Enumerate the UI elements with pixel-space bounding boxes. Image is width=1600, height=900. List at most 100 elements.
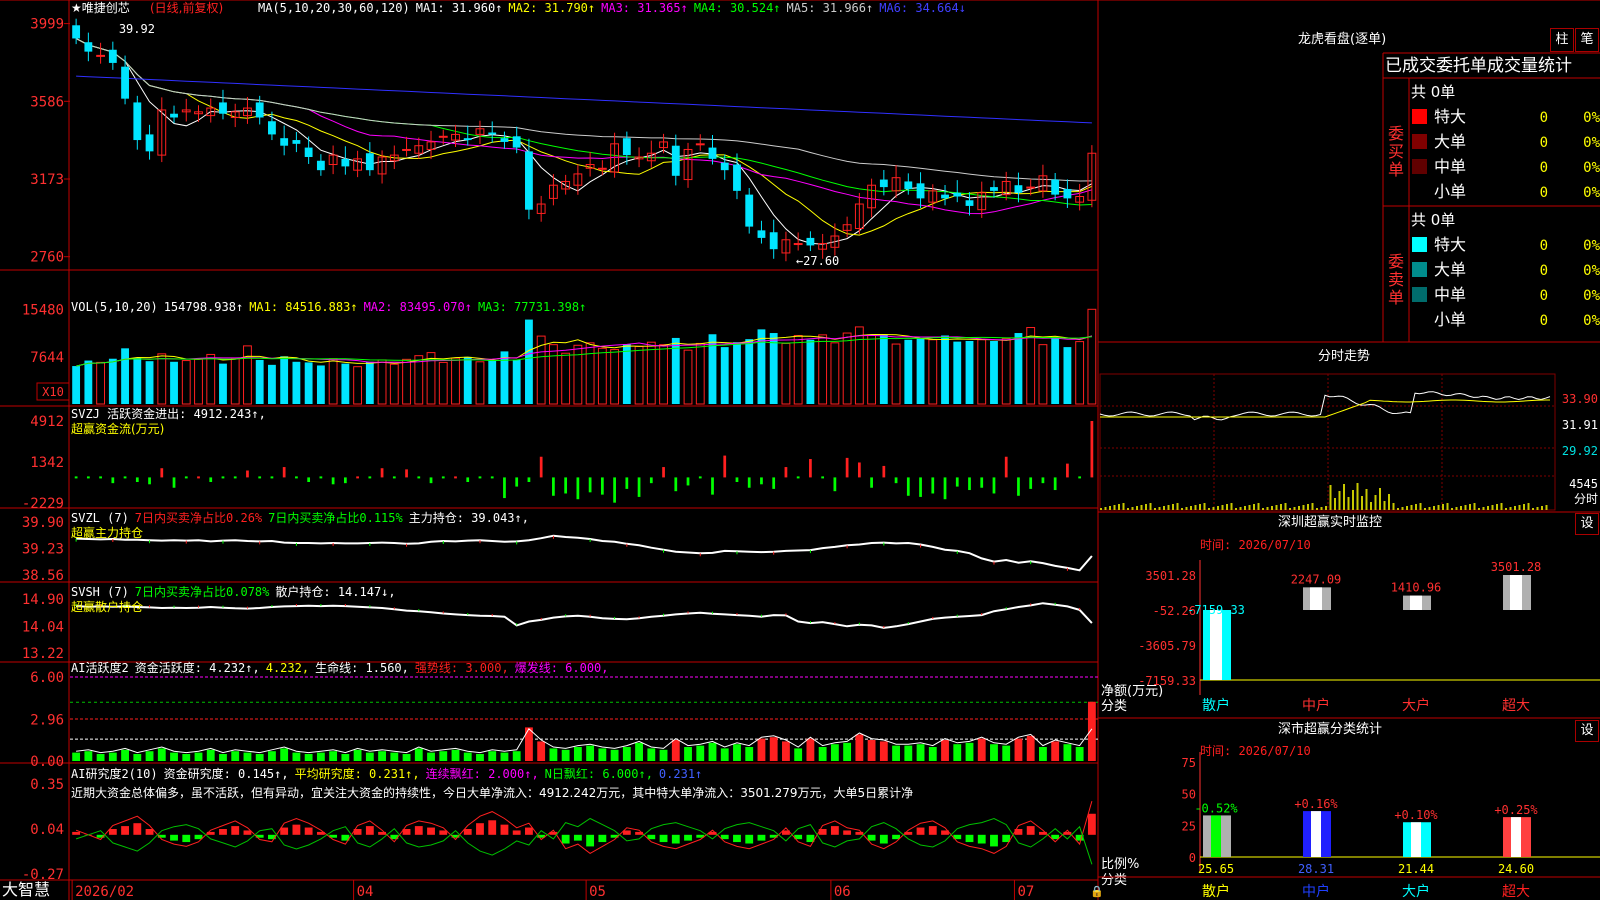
volume-bar	[525, 319, 533, 404]
volume-bar	[990, 340, 998, 404]
svzj-bar	[160, 468, 164, 478]
ai2-bar	[525, 827, 533, 835]
volume-bar	[1063, 347, 1072, 404]
stats-settings-button[interactable]: 设	[1575, 720, 1599, 742]
svzj-bar	[576, 477, 580, 500]
svzj-bar	[1053, 477, 1057, 491]
ai1-bar	[843, 742, 852, 761]
ai1-bar	[635, 742, 643, 761]
monitor-settings-button[interactable]: 设	[1575, 513, 1599, 535]
svsh-legend-item: 7日内买卖净占比0.078%	[135, 584, 270, 599]
svzl-line	[76, 534, 1093, 572]
monitor-category: 超大	[1502, 698, 1530, 714]
ma-legend-item: MA6: 34.664↓	[879, 1, 966, 15]
dragon-sell-row-percent: 0%	[1583, 263, 1600, 279]
ai1-bar	[365, 752, 374, 761]
dragon-buy-row-name: 特大	[1434, 107, 1466, 126]
volume-bar	[854, 326, 864, 405]
ai1-bar	[622, 747, 631, 761]
svzj-bar	[649, 477, 653, 484]
chart-canvas[interactable]: 3999 3586 3173 2760 39.92 ←27.60 MA(5,10,20,30…	[0, 0, 1600, 900]
ai2-bar	[622, 830, 631, 835]
vol-ytick: 15480	[22, 302, 64, 318]
candle-body	[525, 151, 533, 210]
candle-body	[304, 147, 313, 157]
volume-bar	[622, 344, 631, 404]
ai1-bar	[830, 744, 839, 761]
ai2-bar	[414, 826, 423, 835]
svzj-subtitle: 超赢资金流(万元)	[71, 421, 164, 436]
vol-legend-item: MA3: 77731.398↑	[478, 300, 586, 314]
tab-column[interactable]: 柱	[1550, 28, 1574, 52]
monitor-value-label: -7159.33	[1187, 603, 1245, 617]
brand-label: 大智慧	[2, 880, 51, 899]
candle-body	[219, 102, 227, 114]
candle-body	[757, 230, 766, 238]
svzj-bar	[270, 476, 274, 479]
svzj-bar	[698, 476, 702, 479]
tab-detail[interactable]: 笔	[1575, 28, 1599, 52]
ai1-activity-line	[76, 728, 1093, 754]
ai1-bar	[341, 754, 350, 761]
ma-legend-item: MA5: 31.966↑	[787, 1, 874, 15]
ma-legend-item: MA4: 30.524↑	[694, 1, 781, 15]
ai1-bar	[84, 751, 93, 761]
ai2-bar	[916, 827, 925, 835]
svzj-bar	[552, 477, 555, 496]
dragon-buy-row-percent: 0%	[1583, 160, 1600, 176]
volume-bar	[377, 359, 387, 405]
intraday-unit: 分时	[1574, 492, 1598, 506]
ai1-legend-item: 强势线: 3.000,	[415, 661, 509, 675]
ai1-legend-item: 生命线: 1.560,	[315, 660, 409, 675]
candle-body	[121, 66, 129, 99]
svzj-bar	[772, 477, 776, 489]
price-ytick: 3999	[30, 17, 64, 33]
svzj-bar	[515, 477, 519, 487]
volume-bar	[96, 361, 106, 405]
ai1-bar	[96, 754, 105, 761]
volume-bar	[438, 361, 448, 405]
ai1-bar	[965, 742, 974, 761]
dragon-sell-color-swatch	[1412, 287, 1427, 302]
svzj-bar	[760, 477, 763, 485]
volume-bar	[891, 343, 901, 405]
monitor-bar-highlight	[1210, 610, 1222, 680]
candle-body	[597, 167, 607, 170]
ai1-bar	[757, 738, 766, 761]
svsh-line	[76, 602, 1093, 629]
ai1-bar	[928, 747, 937, 761]
volume-bar	[659, 344, 668, 405]
xaxis-label: 04	[357, 884, 374, 900]
ma10-line	[75, 38, 1093, 236]
svzj-bar	[282, 467, 286, 478]
svzj-bar	[527, 477, 531, 482]
vol-legend-item: VOL(5,10,20)	[71, 300, 158, 314]
ai1-bar	[708, 742, 717, 761]
stats-value-label: 21.44	[1398, 862, 1434, 876]
ai1-ytick: 6.00	[30, 670, 64, 686]
ai2-bar	[720, 834, 729, 840]
ai1-bar	[953, 744, 962, 761]
svzl-legend-item: SVZL (7)	[71, 511, 129, 525]
candle-body	[916, 183, 925, 199]
svzj-bar	[233, 476, 237, 479]
candle-body	[292, 140, 301, 144]
candle-body	[145, 134, 154, 152]
volume-bar	[280, 356, 289, 404]
dragon-buy-row-count: 0	[1540, 110, 1548, 126]
volume-bar	[121, 348, 129, 404]
volume-bar	[561, 352, 571, 405]
volume-bar	[1026, 327, 1036, 405]
monitor-title: 深圳超赢实时监控	[1278, 515, 1383, 530]
ai2-bar	[121, 826, 129, 835]
volume-bar	[610, 349, 620, 405]
dragon-buy-row-percent: 0%	[1583, 185, 1600, 201]
ai1-bar	[316, 752, 325, 761]
candle-body	[671, 145, 680, 176]
volume-bar	[818, 334, 828, 405]
svzj-bar	[209, 477, 213, 482]
ma5-line	[75, 38, 1093, 245]
dragon-buy-row-percent: 0%	[1583, 110, 1600, 126]
svzl-subtitle: 超赢主力持仓	[71, 525, 143, 540]
svzj-ytick: -2229	[22, 496, 64, 512]
